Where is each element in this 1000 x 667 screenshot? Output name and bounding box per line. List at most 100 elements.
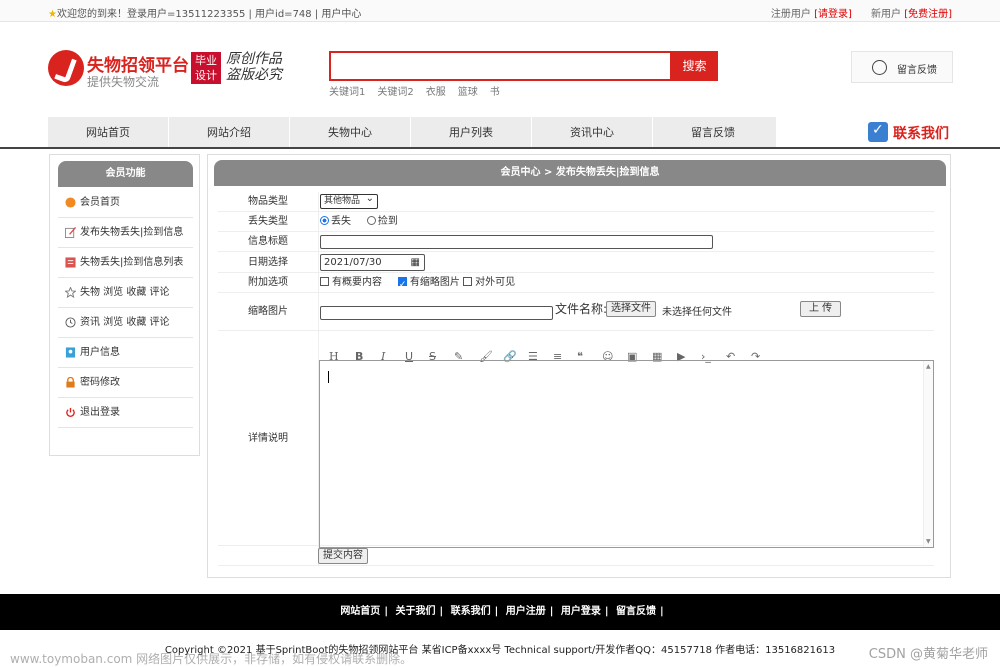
file-name-label: 文件名称: [555, 302, 608, 316]
edit-icon [65, 227, 76, 238]
headset-icon [872, 60, 887, 75]
keyword-link[interactable]: 关键词1 [329, 87, 365, 98]
thumb-checkbox[interactable] [397, 275, 407, 295]
loss-type-cell: 丢失 捡到 [318, 212, 934, 232]
free-register-link[interactable]: [免费注册] [904, 9, 952, 20]
watermark-right: CSDN @黄菊华老师 [868, 647, 988, 662]
keyword-link[interactable]: 关键词2 [377, 87, 413, 98]
badge-line2: 设计 [195, 69, 217, 82]
star-icon: ★ [48, 9, 57, 20]
found-option-label: 捡到 [377, 216, 398, 227]
sidebar-item-user-info[interactable]: 用户信息 [58, 338, 193, 368]
new-user-text: 新用户 [871, 9, 901, 20]
nav-user-list[interactable]: 用户列表 [411, 117, 532, 148]
sidebar-item-logout[interactable]: 退出登录 [58, 398, 193, 428]
nav-lost-center[interactable]: 失物中心 [290, 117, 411, 148]
account-links: 注册用户 [请登录] 新用户 [免费注册] [771, 5, 952, 20]
welcome-text: ★欢迎您的到来！登录用户=13511223355 | 用户id=748 | 用户… [48, 5, 361, 20]
login-link[interactable]: [请登录] [814, 9, 852, 20]
breadcrumb: 会员中心 > 发布失物丢失|捡到信息 [214, 160, 946, 186]
main-panel: 会员中心 > 发布失物丢失|捡到信息 物品类型 其他物品 丢失类型 丢失 捡到 … [207, 154, 951, 578]
sidebar-item-news-activity[interactable]: 资讯 浏览 收藏 评论 [58, 308, 193, 338]
date-label: 日期选择 [248, 257, 288, 268]
title-cell [318, 235, 934, 249]
date-value: 2021/07/30 [324, 257, 382, 268]
header: 失物招领平台 提供失物交流 毕业 设计 原创作品 盗版必究 搜索 关键词1 关键词… [0, 22, 1000, 117]
text-caret [328, 371, 329, 383]
star-icon [65, 287, 76, 298]
row-title: 信息标题 [218, 232, 934, 252]
sidebar-item-publish[interactable]: 发布失物丢失|捡到信息 [58, 218, 193, 248]
summary-checkbox[interactable] [320, 277, 329, 286]
keyword-link[interactable]: 书 [490, 87, 500, 98]
sidebar-item-lost-activity[interactable]: 失物 浏览 收藏 评论 [58, 278, 193, 308]
sidebar-item-password[interactable]: 密码修改 [58, 368, 193, 398]
footer-link-contact[interactable]: 联系我们 [451, 606, 491, 617]
scroll-up-icon[interactable]: ▲ [926, 363, 931, 370]
nav-home[interactable]: 网站首页 [48, 117, 169, 148]
sidebar-item-label: 失物 浏览 收藏 评论 [80, 287, 170, 298]
top-bar: ★欢迎您的到来！登录用户=13511223355 | 用户id=748 | 用户… [0, 0, 1000, 22]
scroll-down-icon[interactable]: ▼ [926, 538, 931, 545]
register-user-text: 注册用户 [770, 9, 811, 20]
sidebar-item-member-home[interactable]: 会员首页 [58, 188, 193, 218]
badge-line1: 毕业 [195, 54, 217, 67]
user-card-icon [65, 347, 76, 358]
calendar-icon[interactable]: ▦ [411, 255, 420, 270]
thumb-label: 缩略图片 [248, 306, 288, 317]
footer-link-feedback[interactable]: 留言反馈 [616, 606, 656, 617]
sidebar-title: 会员功能 [58, 161, 193, 187]
keyword-link[interactable]: 篮球 [458, 87, 478, 98]
footer-link-register[interactable]: 用户注册 [506, 606, 546, 617]
search-button[interactable]: 搜索 [671, 51, 718, 81]
submit-cell: 提交内容 [318, 548, 934, 564]
submit-button[interactable]: 提交内容 [318, 548, 368, 564]
keyword-link[interactable]: 衣服 [426, 87, 446, 98]
nav-feedback[interactable]: 留言反馈 [653, 117, 773, 148]
footer-link-login[interactable]: 用户登录 [561, 606, 601, 617]
editor-content[interactable]: ▲ ▼ [319, 360, 934, 548]
title-input[interactable] [320, 235, 713, 249]
detail-label: 详情说明 [248, 433, 288, 444]
row-extra: 附加选项 有概要内容 有缩略图片 对外可见 [218, 273, 934, 295]
nav-divider [0, 147, 1000, 149]
found-radio[interactable] [366, 216, 376, 225]
footer-link-about[interactable]: 关于我们 [395, 606, 435, 617]
thumb-path-input[interactable] [320, 306, 553, 320]
date-input[interactable]: 2021/07/30 ▦ [320, 254, 425, 271]
sidebar-item-list[interactable]: 失物丢失|捡到信息列表 [58, 248, 193, 278]
category-cell: 其他物品 [318, 192, 934, 209]
power-icon [66, 407, 75, 417]
public-checkbox[interactable] [463, 277, 473, 286]
footer-link-home[interactable]: 网站首页 [340, 606, 380, 617]
slogan-line1: 原创作品 [226, 51, 282, 67]
date-cell: 2021/07/30 ▦ [318, 254, 934, 271]
category-select[interactable]: 其他物品 [320, 192, 378, 209]
nav-about[interactable]: 网站介绍 [169, 117, 290, 148]
sidebar-item-label: 发布失物丢失|捡到信息 [80, 227, 184, 238]
loss-radio[interactable] [320, 216, 329, 225]
choose-file-button[interactable]: 选择文件 [606, 301, 656, 317]
title-label: 信息标题 [248, 236, 288, 247]
editor-scrollbar[interactable]: ▲ ▼ [923, 361, 933, 547]
row-category: 物品类型 其他物品 [218, 192, 934, 212]
search-input[interactable] [329, 51, 672, 81]
clock-icon [65, 317, 76, 328]
sidebar-item-label: 资讯 浏览 收藏 评论 [80, 317, 170, 328]
row-submit: 提交内容 [218, 546, 934, 566]
sidebar-item-label: 失物丢失|捡到信息列表 [80, 257, 184, 268]
feedback-button[interactable]: 留言反馈 [851, 51, 953, 83]
public-label: 对外可见 [475, 277, 516, 288]
logo-subtitle: 提供失物交流 [87, 75, 160, 89]
row-thumbnail: 缩略图片 文件名称: 选择文件 未选择任何文件 上 传 [218, 293, 934, 331]
upload-button[interactable]: 上 传 [800, 301, 842, 317]
sidebar-item-label: 会员首页 [80, 197, 120, 208]
sidebar-item-label: 密码修改 [80, 377, 120, 388]
no-file-text: 未选择任何文件 [662, 307, 732, 318]
list-icon [65, 257, 76, 268]
extra-cell: 有概要内容 有缩略图片 对外可见 [318, 273, 934, 295]
sidebar-item-label: 用户信息 [80, 347, 120, 358]
nav-news[interactable]: 资讯中心 [532, 117, 653, 148]
slogan: 原创作品 盗版必究 [226, 51, 282, 83]
rich-text-editor: H B I U S ✎ 🖌 🔗 ☰ ≡ ❝ ☺ ▣ ▦ ▶ ›_ ↶ ↷ ▲ ▼ [319, 343, 934, 553]
